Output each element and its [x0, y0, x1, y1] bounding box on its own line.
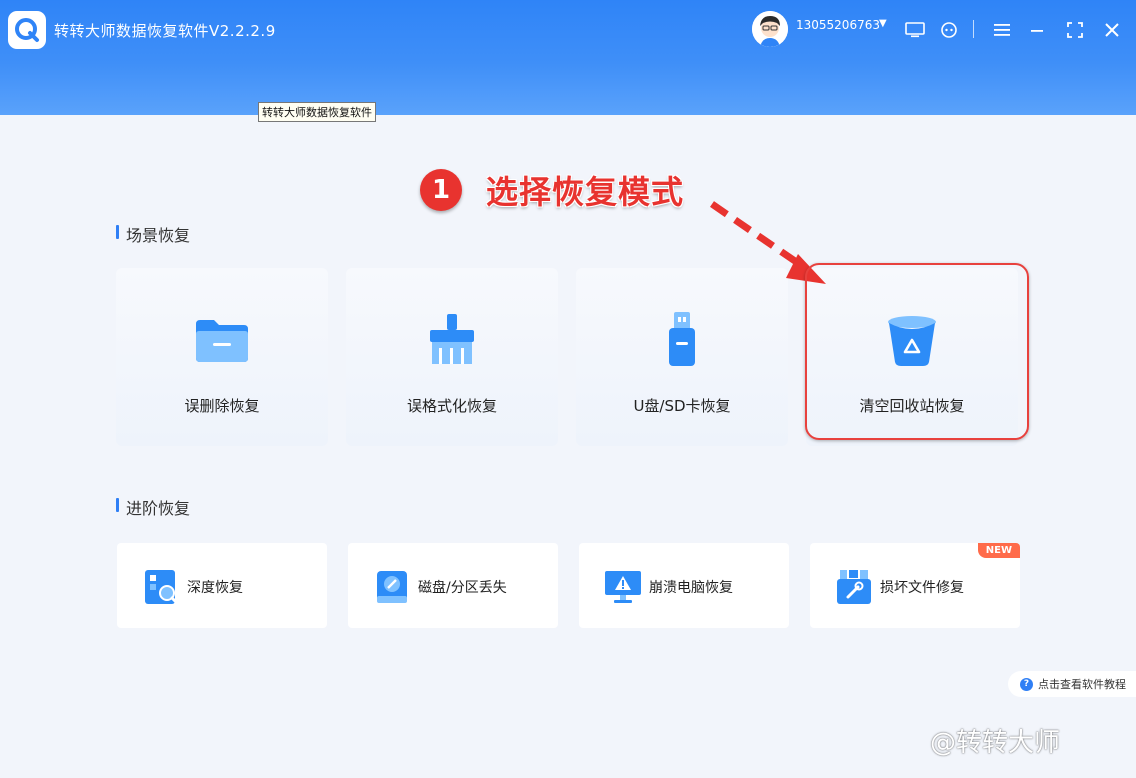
app-title: 转转大师数据恢复软件V2.2.2.9: [54, 22, 276, 40]
screen-icon[interactable]: [905, 20, 925, 40]
scene-card-label: 误格式化恢复: [406, 397, 497, 415]
header-divider: [973, 20, 974, 38]
menu-icon[interactable]: [992, 20, 1012, 40]
account-phone[interactable]: 13055206763: [796, 18, 880, 32]
help-tutorial-link[interactable]: ? 点击查看软件教程: [1008, 671, 1136, 697]
adv-card-file-repair[interactable]: 损坏文件修复 NEW: [810, 543, 1020, 628]
highlight-box: [805, 263, 1029, 440]
watermark: @转转大师: [930, 728, 1061, 758]
user-avatar[interactable]: [752, 11, 788, 47]
adv-card-label: 磁盘/分区丢失: [418, 580, 507, 596]
usb-drive-icon: [650, 308, 714, 372]
help-question-icon: ?: [1020, 677, 1033, 691]
section-title-advanced: 进阶恢复: [116, 495, 190, 519]
support-icon[interactable]: [939, 20, 959, 40]
deep-scan-icon: [141, 567, 181, 607]
close-icon[interactable]: [1102, 20, 1122, 40]
disk-icon: [372, 567, 412, 607]
adv-card-label: 损坏文件修复: [880, 580, 964, 596]
minimize-icon[interactable]: [1027, 20, 1047, 40]
adv-card-label: 深度恢复: [187, 580, 243, 596]
brush-icon: [420, 308, 484, 372]
file-repair-icon: [834, 567, 874, 607]
scene-card-label: U盘/SD卡恢复: [633, 397, 731, 415]
account-dropdown-icon[interactable]: ▼: [879, 18, 887, 29]
maximize-icon[interactable]: [1065, 20, 1085, 40]
scene-card-label: 误删除恢复: [184, 397, 260, 415]
scene-card-format-recovery[interactable]: 误格式化恢复: [346, 268, 558, 446]
title-bar: 转转大师数据恢复软件V2.2.2.9 13055206763 ▼: [0, 0, 1136, 115]
adv-card-deep-recovery[interactable]: 深度恢复: [117, 543, 327, 628]
folder-icon: [190, 308, 254, 372]
new-badge: NEW: [977, 543, 1020, 558]
step-instruction: 选择恢复模式: [486, 173, 685, 211]
help-link-label: 点击查看软件教程: [1038, 678, 1126, 691]
adv-card-disk-partition-lost[interactable]: 磁盘/分区丢失: [348, 543, 558, 628]
step-number-badge: 1: [420, 169, 462, 211]
adv-card-label: 崩溃电脑恢复: [649, 580, 733, 596]
scene-card-delete-recovery[interactable]: 误删除恢复: [116, 268, 328, 446]
section-title-scene: 场景恢复: [116, 222, 190, 246]
app-title-tooltip: 转转大师数据恢复软件: [258, 102, 376, 122]
app-logo-icon: [8, 11, 46, 49]
adv-card-crashed-pc-recovery[interactable]: 崩溃电脑恢复: [579, 543, 789, 628]
crashed-pc-icon: [603, 567, 643, 607]
